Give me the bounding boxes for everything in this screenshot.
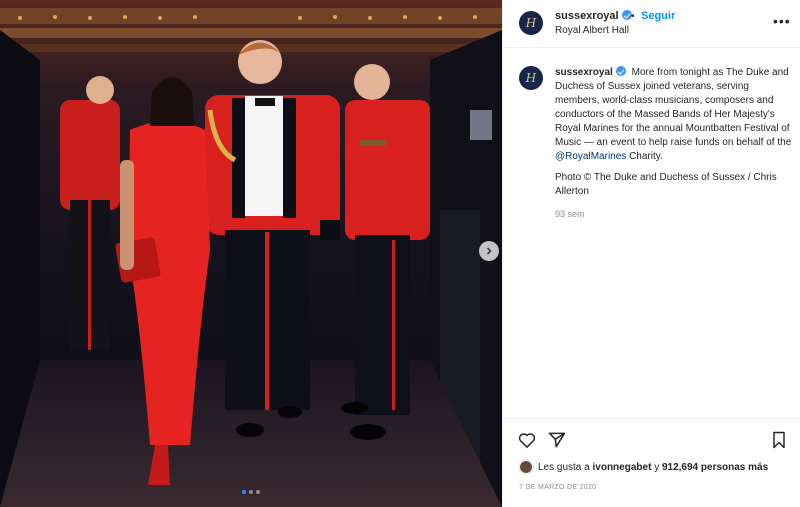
chevron-right-icon bbox=[487, 247, 492, 255]
mention-link[interactable]: @RoyalMarines bbox=[555, 151, 626, 162]
carousel-next-button[interactable] bbox=[479, 241, 499, 261]
send-icon[interactable] bbox=[547, 430, 567, 450]
carousel-dot bbox=[249, 490, 253, 494]
caption-text: sussexroyal More from tonight as The Duk… bbox=[555, 66, 795, 164]
likes-summary: Les gusta a ivonnegabet y 912,694 person… bbox=[519, 460, 768, 474]
carousel-indicator bbox=[0, 490, 502, 494]
carousel-dot bbox=[242, 490, 246, 494]
avatar-monogram: H bbox=[525, 71, 537, 85]
carousel-dot bbox=[256, 490, 260, 494]
post-header: H sussexroyal • Seguir Royal Albert Hall… bbox=[503, 0, 800, 48]
likes-prefix: Les gusta a bbox=[538, 461, 590, 473]
username-link[interactable]: sussexroyal bbox=[555, 10, 632, 22]
time-ago: 93 sem bbox=[555, 209, 585, 219]
avatar[interactable]: H bbox=[519, 11, 543, 35]
caption-section: H sussexroyal More from tonight as The D… bbox=[503, 48, 800, 418]
likes-suffix[interactable]: personas más bbox=[701, 462, 768, 473]
likes-count[interactable]: 912,694 bbox=[662, 462, 698, 473]
post-date: 7 DE MARZO DE 2020 bbox=[519, 484, 597, 491]
action-bar: Les gusta a ivonnegabet y 912,694 person… bbox=[503, 418, 800, 507]
post-sidebar: H sussexroyal • Seguir Royal Albert Hall… bbox=[502, 0, 800, 507]
instagram-post: H sussexroyal • Seguir Royal Albert Hall… bbox=[0, 0, 800, 507]
caption-body-end: Charity. bbox=[629, 151, 663, 162]
liker-avatar[interactable] bbox=[519, 460, 533, 474]
caption-username[interactable]: sussexroyal bbox=[555, 66, 626, 78]
verified-badge-icon bbox=[615, 66, 626, 76]
post-media[interactable] bbox=[0, 0, 502, 507]
location-link[interactable]: Royal Albert Hall bbox=[555, 25, 629, 36]
bookmark-icon[interactable] bbox=[769, 430, 789, 450]
follow-button[interactable]: Seguir bbox=[641, 10, 675, 22]
likes-joiner: y bbox=[654, 461, 660, 473]
avatar[interactable]: H bbox=[519, 66, 543, 90]
avatar-monogram: H bbox=[525, 16, 537, 30]
separator-dot: • bbox=[631, 11, 635, 22]
more-horizontal-icon[interactable]: ••• bbox=[773, 13, 791, 29]
photo-credit: Photo © The Duke and Duchess of Sussex /… bbox=[555, 172, 777, 197]
post-photo bbox=[0, 0, 502, 507]
heart-icon[interactable] bbox=[517, 430, 537, 450]
liker-username[interactable]: ivonnegabet bbox=[593, 462, 652, 473]
caption-body: More from tonight as The Duke and Duches… bbox=[555, 67, 792, 148]
